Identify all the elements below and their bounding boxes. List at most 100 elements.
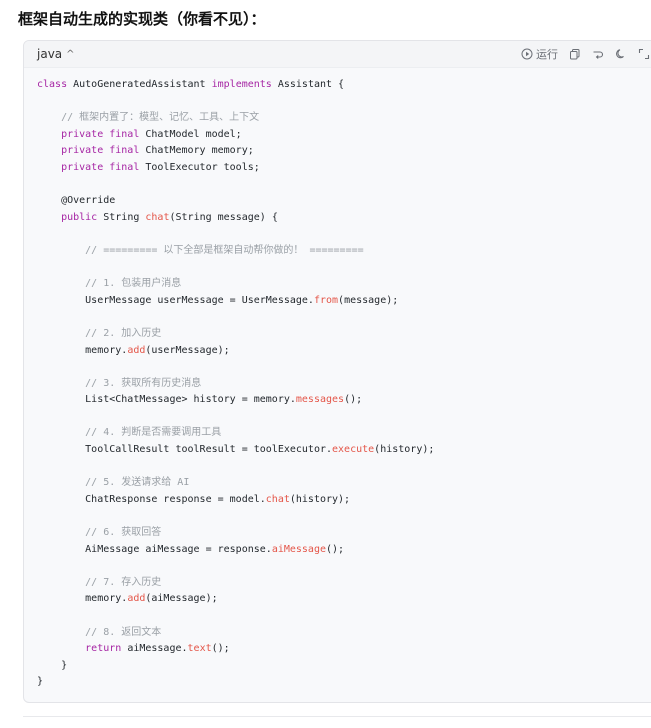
language-label: java	[37, 47, 63, 61]
code-token: (history);	[374, 444, 435, 456]
code-token: }	[37, 676, 44, 688]
code-token: ();	[326, 543, 345, 555]
code-content: class AutoGeneratedAssistant implements …	[37, 77, 434, 691]
run-label: 运行	[536, 48, 558, 61]
expand-button[interactable]	[638, 48, 650, 60]
code-token: private final	[37, 145, 146, 157]
code-token: @Override	[37, 195, 116, 207]
code-token: private final	[37, 128, 146, 140]
code-line: return aiMessage.text();	[37, 641, 434, 658]
code-token: // 1. 包装用户消息	[37, 278, 182, 290]
code-line: // 1. 包装用户消息	[37, 276, 434, 293]
theme-icon	[616, 49, 624, 59]
play-icon	[521, 48, 533, 60]
code-token: chat	[145, 211, 170, 223]
wrap-button[interactable]	[592, 48, 604, 60]
code-token: (aiMessage);	[145, 593, 218, 605]
code-token: // 框架内置了：模型、记忆、工具、上下文	[37, 112, 260, 124]
code-line: // 3. 获取所有历史消息	[37, 376, 434, 393]
code-token: execute	[332, 444, 375, 456]
code-token: memory.	[37, 344, 128, 356]
code-token: (String message) {	[169, 211, 278, 223]
code-token: // 7. 存入历史	[37, 576, 162, 588]
code-token: // 8. 返回文本	[37, 626, 162, 638]
code-token: // ========= 以下全部是框架自动帮你做的！ =========	[37, 244, 364, 256]
code-line: List<ChatMessage> history = memory.messa…	[37, 392, 434, 409]
code-token: ChatResponse response = model.	[37, 493, 266, 505]
code-token: // 4. 判断是否需要调用工具	[37, 427, 222, 439]
code-token: (message);	[338, 294, 399, 306]
language-selector[interactable]: java ^	[37, 47, 75, 61]
code-token: private final	[37, 161, 146, 173]
code-token: String	[103, 211, 146, 223]
code-toolbar: 运行	[521, 46, 650, 62]
code-token: chat	[265, 493, 290, 505]
code-line: UserMessage userMessage = UserMessage.fr…	[37, 293, 434, 310]
code-line: class AutoGeneratedAssistant implements …	[37, 77, 434, 94]
code-token: add	[127, 593, 146, 605]
code-line: // 4. 判断是否需要调用工具	[37, 425, 434, 442]
code-token: ToolExecutor tools;	[145, 161, 260, 173]
chevron-up-icon: ^	[66, 49, 75, 60]
copy-button[interactable]	[569, 48, 581, 60]
code-line: }	[37, 658, 434, 675]
code-token: aiMessage	[271, 543, 326, 555]
code-token: ();	[211, 643, 230, 655]
code-line: @Override	[37, 193, 434, 210]
code-token: from	[313, 294, 339, 306]
code-token: ();	[344, 394, 363, 406]
section-heading: 框架自动生成的实现类（你看不见）：	[18, 10, 266, 28]
code-line: }	[37, 674, 434, 691]
code-line: private final ToolExecutor tools;	[37, 160, 434, 177]
code-token: // 6. 获取回答	[37, 527, 162, 539]
code-token: UserMessage userMessage = UserMessage.	[37, 294, 314, 306]
code-line: private final ChatModel model;	[37, 127, 434, 144]
expand-icon	[638, 48, 650, 60]
code-line: // 6. 获取回答	[37, 525, 434, 542]
run-button[interactable]: 运行	[521, 46, 558, 62]
code-token: ChatMemory memory;	[145, 145, 254, 157]
code-line: memory.add(aiMessage);	[37, 591, 434, 608]
code-block: java ^ 运行 class AutoGeneratedAssistant i…	[23, 40, 651, 703]
code-line: // ========= 以下全部是框架自动帮你做的！ =========	[37, 243, 434, 260]
code-token: public	[37, 211, 104, 223]
code-line: ChatResponse response = model.chat(histo…	[37, 492, 434, 509]
divider	[23, 716, 651, 717]
code-line: // 2. 加入历史	[37, 326, 434, 343]
code-line: // 框架内置了：模型、记忆、工具、上下文	[37, 110, 434, 127]
code-token: add	[127, 344, 146, 356]
code-line: private final ChatMemory memory;	[37, 143, 434, 160]
code-token: // 5. 发送请求给 AI	[37, 477, 190, 489]
code-line: // 5. 发送请求给 AI	[37, 475, 434, 492]
code-line: AiMessage aiMessage = response.aiMessage…	[37, 542, 434, 559]
code-block-header: java ^ 运行	[24, 41, 651, 68]
code-token: // 3. 获取所有历史消息	[37, 377, 202, 389]
code-token: aiMessage.	[127, 643, 188, 655]
code-token: implements	[211, 79, 278, 90]
theme-button[interactable]	[615, 48, 627, 60]
code-token: ToolCallResult toolResult = toolExecutor…	[37, 444, 333, 456]
code-token: ChatModel model;	[145, 128, 242, 140]
code-token: return	[37, 643, 128, 655]
code-line: // 7. 存入历史	[37, 575, 434, 592]
code-token: class	[37, 79, 74, 90]
code-line: memory.add(userMessage);	[37, 343, 434, 360]
code-token: // 2. 加入历史	[37, 327, 162, 339]
code-token: AiMessage aiMessage = response.	[37, 543, 272, 555]
code-token: }	[37, 659, 68, 671]
code-line: ToolCallResult toolResult = toolExecutor…	[37, 442, 434, 459]
code-token: Assistant {	[277, 79, 345, 90]
code-token: (userMessage);	[145, 344, 230, 356]
code-token: text	[187, 643, 212, 655]
code-token: (history);	[289, 493, 351, 505]
